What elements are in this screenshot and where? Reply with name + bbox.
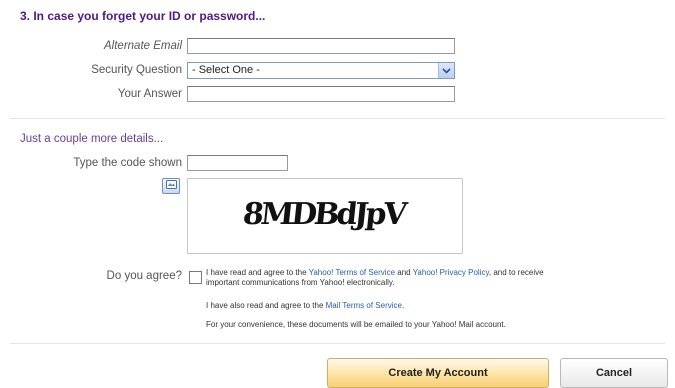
captcha-code-field[interactable]: [187, 155, 288, 171]
privacy-policy-link[interactable]: Yahoo! Privacy Policy: [413, 268, 489, 277]
agree-text-part: .: [401, 301, 405, 310]
divider: [10, 118, 665, 119]
chevron-down-icon[interactable]: [438, 63, 454, 78]
alternate-email-label: Alternate Email: [104, 40, 182, 52]
agree-text-part: and: [395, 268, 413, 277]
agree-text-part: I have read and agree to the: [206, 268, 309, 277]
audio-captcha-button[interactable]: [162, 178, 180, 194]
security-question-select[interactable]: - Select One -: [187, 62, 455, 79]
your-answer-field[interactable]: [187, 86, 455, 102]
mail-tos-link[interactable]: Mail Terms of Service: [326, 301, 402, 310]
agree-text-part: important communications from Yahoo! ele…: [206, 278, 395, 287]
agree-text-1: I have read and agree to the Yahoo! Term…: [206, 268, 666, 288]
audio-captcha-icon: [165, 180, 177, 192]
security-question-value: - Select One -: [192, 64, 260, 76]
captcha-text: 8MDBdJpV: [241, 197, 406, 232]
details-title: Just a couple more details...: [20, 133, 164, 145]
agree-label: Do you agree?: [106, 270, 182, 282]
agree-text-3: For your convenience, these documents wi…: [206, 320, 506, 329]
security-question-label: Security Question: [91, 64, 182, 76]
captcha-image: 8MDBdJpV: [187, 178, 463, 254]
agree-text-part: , and to receive: [488, 268, 544, 277]
your-answer-label: Your Answer: [117, 88, 182, 100]
captcha-code-label: Type the code shown: [73, 157, 182, 169]
agree-text-2: I have also read and agree to the Mail T…: [206, 301, 404, 311]
tos-link[interactable]: Yahoo! Terms of Service: [309, 268, 395, 277]
divider: [10, 343, 665, 344]
agree-text-part: I have also read and agree to the: [206, 301, 326, 310]
cancel-button[interactable]: Cancel: [560, 358, 668, 388]
section-title-forgot-id: 3. In case you forget your ID or passwor…: [20, 9, 266, 23]
alternate-email-field[interactable]: [187, 38, 455, 54]
agree-checkbox[interactable]: [189, 271, 202, 284]
create-account-button[interactable]: Create My Account: [327, 358, 549, 388]
